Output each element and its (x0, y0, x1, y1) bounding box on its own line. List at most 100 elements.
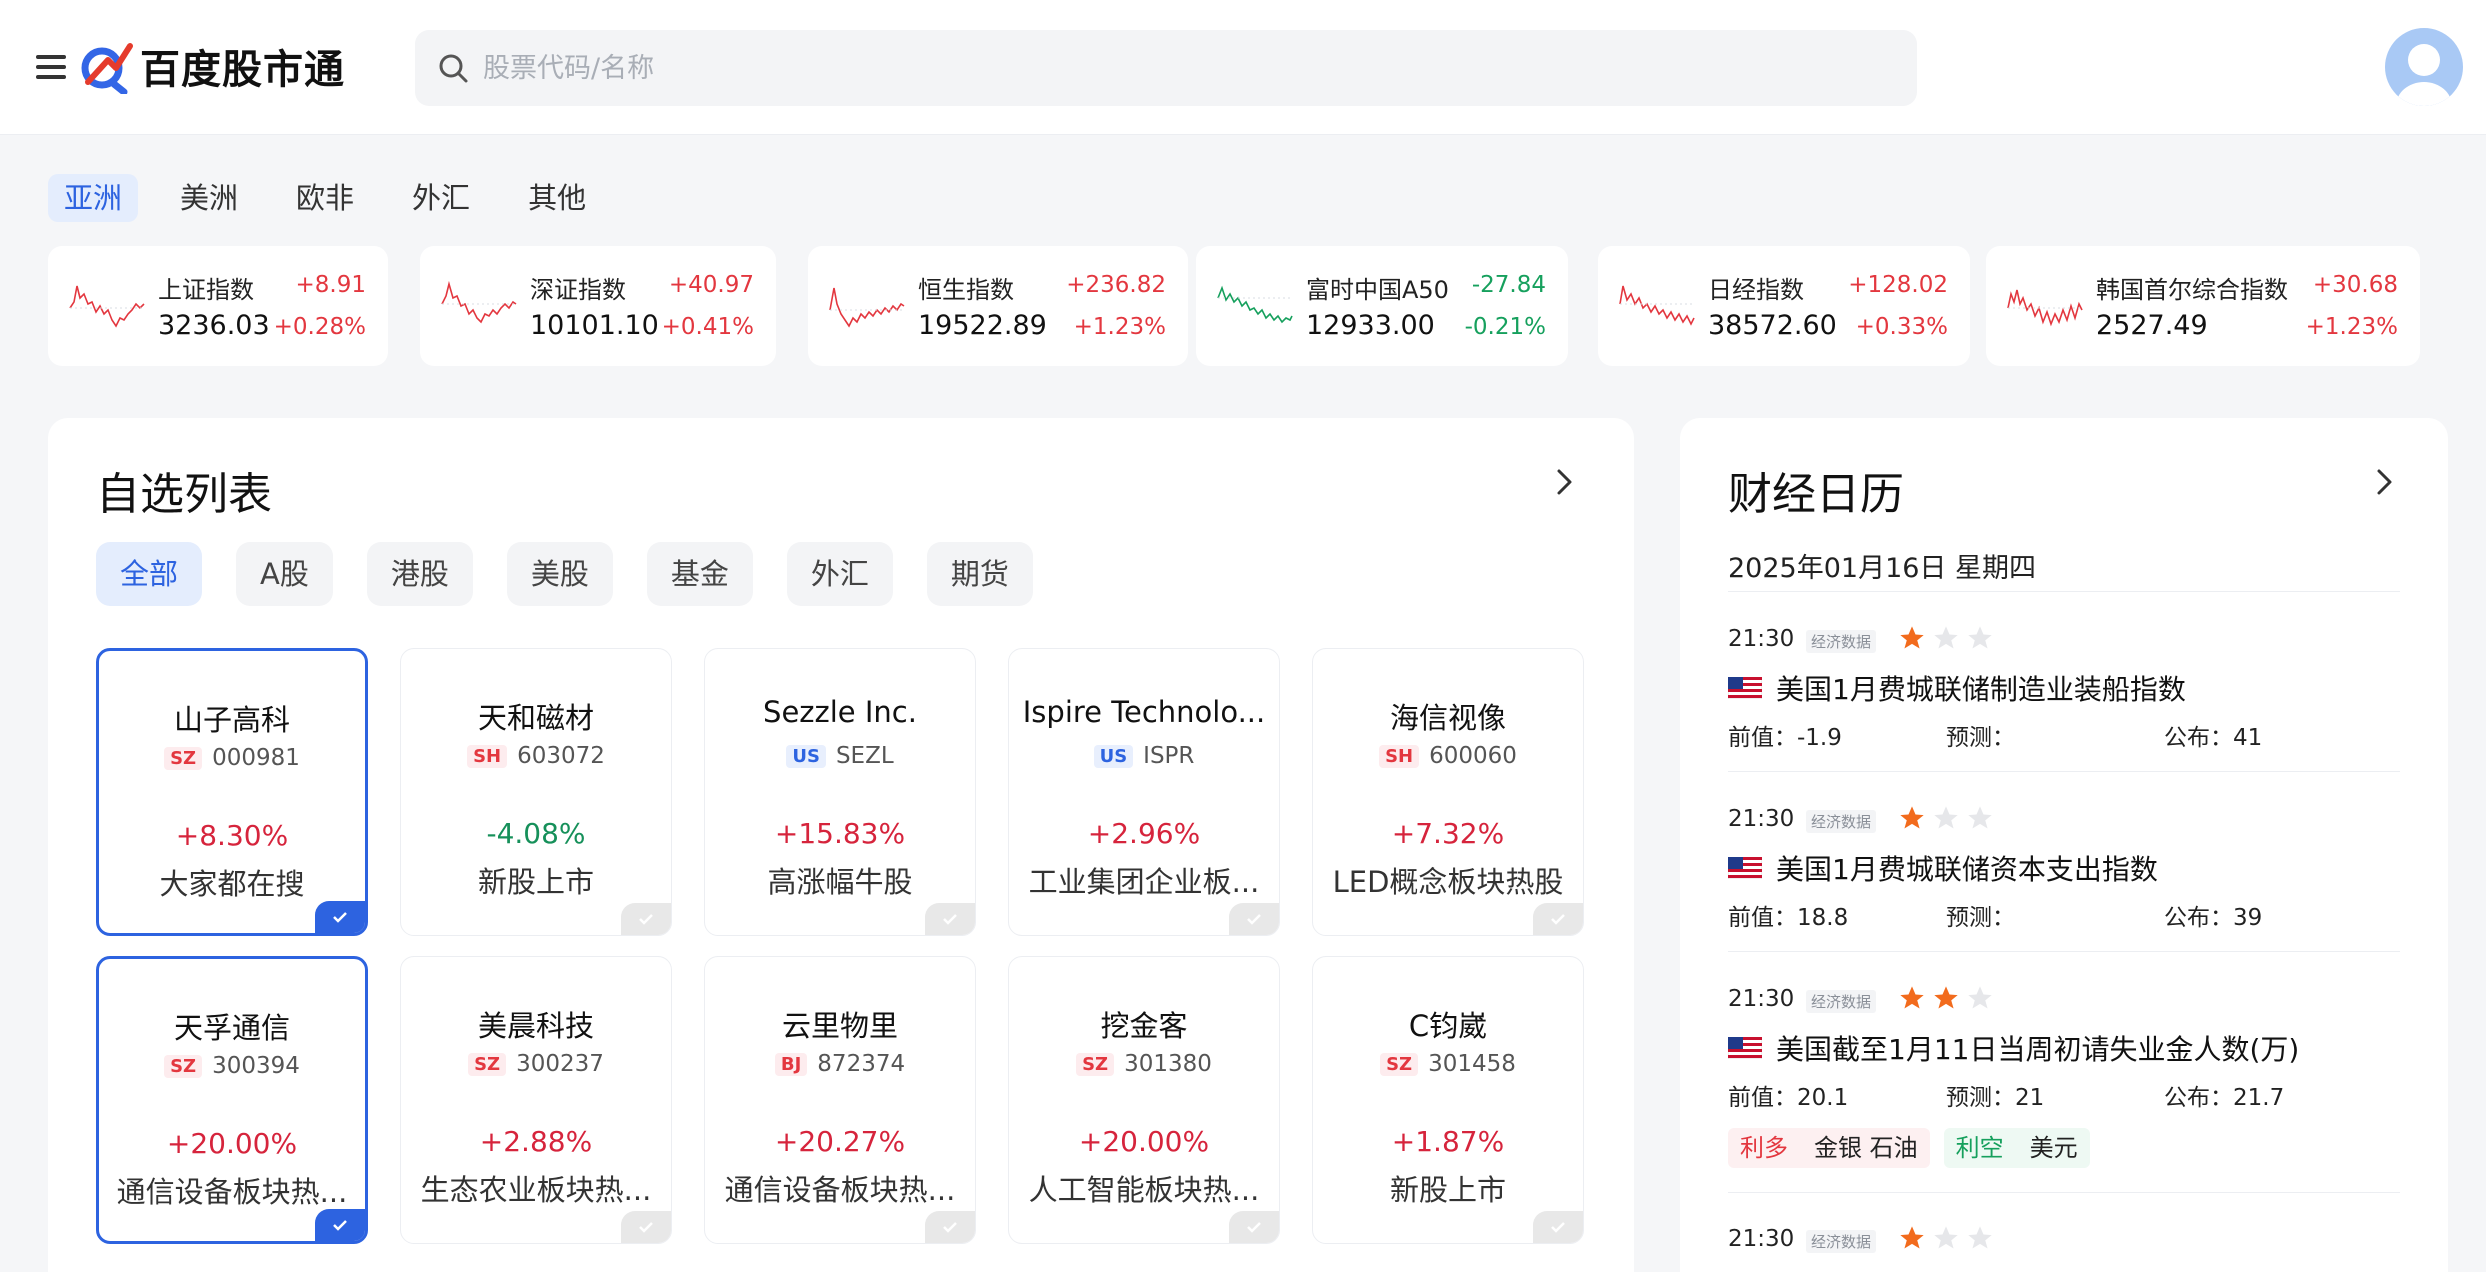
importance-stars (1898, 984, 2000, 1012)
stock-card[interactable]: 山子高科 SZ 000981 +8.30% 大家都在搜 (96, 648, 368, 936)
bearish-label: 利空 (1955, 1134, 2004, 1162)
importance-stars (1898, 804, 2000, 832)
chevron-right-icon[interactable] (2368, 466, 2400, 498)
index-card-shenzhen[interactable]: 深证指数 10101.10 +40.97 +0.41% (420, 246, 776, 366)
index-card-hangseng[interactable]: 恒生指数 19522.89 +236.82 +1.23% (808, 246, 1188, 366)
check-icon[interactable] (621, 903, 671, 935)
stock-name: 云里物里 (781, 1009, 898, 1043)
check-icon[interactable] (621, 1211, 671, 1243)
index-price: 2527.49 (2096, 310, 2208, 341)
us-flag-icon (1728, 857, 1762, 879)
baidu-stock-logo[interactable]: 百度股市通 (78, 36, 345, 96)
user-icon (2396, 44, 2452, 106)
tab-europe-africa[interactable]: 欧非 (280, 174, 370, 222)
check-icon[interactable] (1533, 903, 1583, 935)
stock-card[interactable]: 天和磁材 SH 603072 -4.08% 新股上市 (400, 648, 672, 936)
check-icon[interactable] (925, 903, 975, 935)
watchlist-title: 自选列表 (96, 469, 272, 520)
chevron-right-icon[interactable] (1548, 466, 1580, 498)
forecast-value: 预测：21 (1946, 1085, 2045, 1111)
index-price: 19522.89 (918, 310, 1047, 341)
event-type-badge: 经济数据 (1806, 630, 1877, 653)
check-icon[interactable] (1533, 1211, 1583, 1243)
check-icon[interactable] (925, 1211, 975, 1243)
bullish-label: 利多 (1740, 1134, 1788, 1162)
importance-stars (1898, 1224, 2000, 1252)
stock-card[interactable]: 海信视像 SH 600060 +7.32% LED概念板块热股 (1312, 648, 1584, 936)
event-title[interactable]: 美国1月费城联储资本支出指数 (1728, 848, 2158, 888)
stock-card[interactable]: Sezzle Inc. US SEZL +15.83% 高涨幅牛股 (704, 648, 976, 936)
search-input[interactable] (483, 52, 1883, 84)
stock-percent: +15.83% (774, 817, 906, 850)
index-card-shanghai[interactable]: 上证指数 3236.03 +8.91 +0.28% (48, 246, 388, 366)
index-name: 上证指数 (158, 276, 254, 304)
tab-us-shares[interactable]: 美股 (506, 542, 613, 606)
stock-percent: +2.88% (479, 1125, 593, 1158)
event-time: 21:30 (1728, 986, 1795, 1012)
index-change: +30.68 (2312, 272, 2398, 298)
tab-asia[interactable]: 亚洲 (48, 174, 139, 222)
sparkline-chart (1217, 285, 1293, 324)
event-title-text: 美国1月费城联储制造业装船指数 (1776, 673, 2186, 706)
stock-card[interactable]: 美晨科技 SZ 300237 +2.88% 生态农业板块热... (400, 956, 672, 1244)
watchlist-category-tabs: 全部 A股 港股 美股 基金 外汇 期货 (96, 542, 1067, 606)
index-name: 富时中国A50 (1306, 276, 1449, 304)
stock-card[interactable]: 云里物里 BJ 872374 +20.27% 通信设备板块热... (704, 956, 976, 1244)
stock-name: 天和磁材 (477, 701, 594, 735)
stock-card[interactable]: 天孚通信 SZ 300394 +20.00% 通信设备板块热... (96, 956, 368, 1244)
index-percent: -0.21% (1464, 314, 1546, 340)
tab-a-shares[interactable]: A股 (236, 542, 333, 606)
event-time: 21:30 (1728, 806, 1795, 832)
check-icon[interactable] (315, 901, 365, 933)
stock-card[interactable]: C钧崴 SZ 301458 +1.87% 新股上市 (1312, 956, 1584, 1244)
stock-name: Sezzle Inc. (763, 695, 917, 729)
calendar-title: 财经日历 (1728, 469, 1904, 520)
stock-tag: 生态农业板块热... (420, 1173, 652, 1207)
index-percent: +0.41% (661, 314, 754, 340)
star-empty-icon (1934, 806, 1958, 829)
index-name: 深证指数 (530, 276, 626, 304)
tab-futures[interactable]: 期货 (926, 542, 1033, 606)
check-icon[interactable] (1229, 903, 1279, 935)
stock-name: 山子高科 (173, 703, 290, 737)
star-empty-icon (1968, 1226, 1992, 1249)
stock-card[interactable]: Ispire Technolo... US ISPR +2.96% 工业集团企业板… (1008, 648, 1280, 936)
tab-funds[interactable]: 基金 (646, 542, 753, 606)
index-name: 日经指数 (1708, 276, 1804, 304)
sparkline-chart (69, 285, 145, 328)
index-card-ftse-a50[interactable]: 富时中国A50 12933.00 -27.84 -0.21% (1196, 246, 1568, 366)
stock-card[interactable]: 挖金客 SZ 301380 +20.00% 人工智能板块热... (1008, 956, 1280, 1244)
index-name: 韩国首尔综合指数 (2096, 276, 2288, 304)
market-badge: SZ (164, 1054, 203, 1078)
importance-stars (1898, 624, 2000, 652)
stock-tag: 新股上市 (477, 865, 594, 899)
index-card-kospi[interactable]: 韩国首尔综合指数 2527.49 +30.68 +1.23% (1986, 246, 2420, 366)
stock-code: SEZL (835, 743, 894, 769)
tab-other[interactable]: 其他 (512, 174, 602, 222)
logo-text: 百度股市通 (140, 47, 345, 93)
tab-forex[interactable]: 外汇 (396, 174, 486, 222)
index-change: +128.02 (1848, 272, 1948, 298)
event-time: 21:30 (1728, 1226, 1795, 1252)
event-title[interactable]: 美国截至1月11日当周初请失业金人数(万) (1728, 1028, 2299, 1068)
check-icon[interactable] (315, 1209, 365, 1241)
check-icon[interactable] (1229, 1211, 1279, 1243)
sparkline-chart (1619, 285, 1695, 326)
stock-name: Ispire Technolo... (1022, 695, 1266, 729)
market-badge: BJ (774, 1052, 808, 1076)
event-title[interactable]: 美国1月费城联储制造业装船指数 (1728, 668, 2186, 708)
user-avatar[interactable] (2385, 28, 2463, 106)
index-card-nikkei[interactable]: 日经指数 38572.60 +128.02 +0.33% (1598, 246, 1970, 366)
tab-americas[interactable]: 美洲 (164, 174, 254, 222)
tab-forex[interactable]: 外汇 (786, 542, 893, 606)
star-empty-icon (1968, 986, 1992, 1009)
search-bar[interactable] (415, 30, 1917, 106)
market-badge: SZ (164, 746, 203, 770)
index-price: 10101.10 (530, 310, 659, 341)
tab-all[interactable]: 全部 (96, 542, 203, 606)
us-flag-icon (1728, 677, 1762, 699)
index-change: +8.91 (295, 272, 366, 298)
menu-icon[interactable] (36, 52, 66, 82)
stock-code: ISPR (1143, 743, 1195, 769)
tab-hk-shares[interactable]: 港股 (366, 542, 473, 606)
